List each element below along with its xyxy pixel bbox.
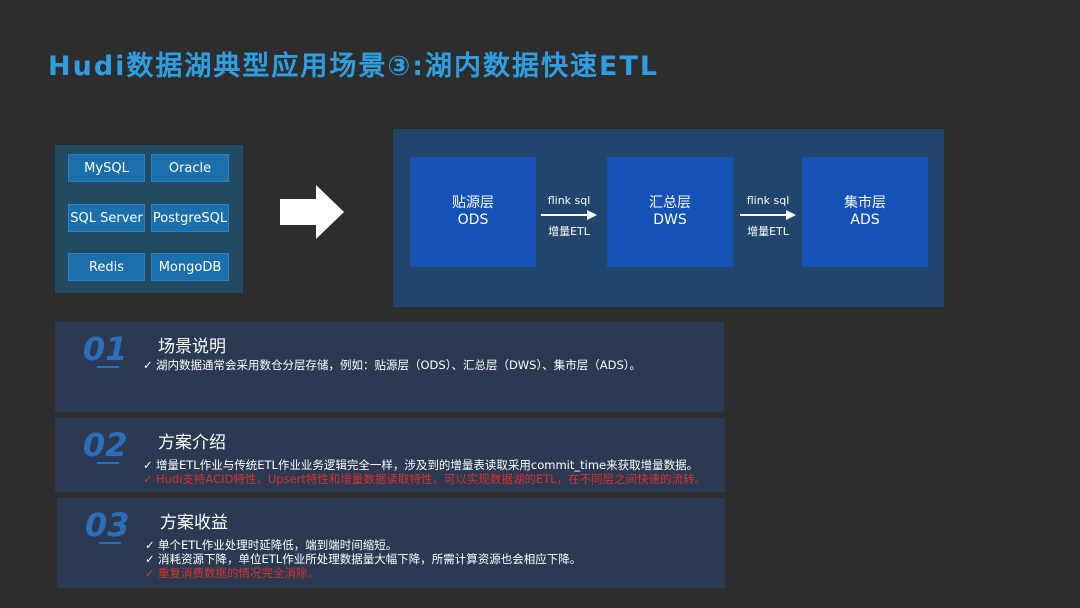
number-underline (99, 542, 121, 544)
source-db-mongodb: MongoDB (151, 253, 229, 281)
source-db-redis: Redis (68, 253, 145, 281)
arrow-right-icon (541, 210, 597, 220)
connector-top-label: flink sql (746, 194, 790, 207)
card-heading: 场景说明 (158, 337, 226, 357)
source-db-sqlserver: SQL Server (68, 204, 145, 232)
source-db-postgresql: PostgreSQL (151, 204, 229, 232)
card-solution: 02 方案介绍 ✓ 增量ETL作业与传统ETL作业业务逻辑完全一样，涉及到的增量表… (55, 418, 725, 492)
page-title: Hudi数据湖典型应用场景③:湖内数据快速ETL (48, 51, 660, 82)
layer-dws-name: 汇总层 (649, 195, 691, 211)
card-lines: ✓ 湖内数据通常会采用数仓分层存储，例如：贴源层（ODS）、汇总层（DWS）、集市… (143, 358, 641, 372)
card-number: 02 (83, 426, 128, 464)
card-number: 01 (83, 330, 128, 368)
card-heading: 方案收益 (160, 513, 228, 533)
check-icon: ✓ (143, 358, 153, 372)
card-lines: ✓ 增量ETL作业与传统ETL作业业务逻辑完全一样，涉及到的增量表读取采用comm… (143, 458, 706, 486)
right-arrow-icon (280, 185, 344, 239)
connector-top-label: flink sql (547, 194, 591, 207)
bullet-line: ✓ 单个ETL作业处理时延降低，端到端时间缩短。 (145, 538, 398, 552)
bullet-line: ✓ 消耗资源下降，单位ETL作业所处理数据量大幅下降，所需计算资源也会相应下降。 (145, 552, 582, 566)
connector-dws-ads: flink sql 增量ETL (737, 194, 799, 239)
number-underline (97, 462, 119, 464)
number-underline (97, 366, 119, 368)
card-benefits: 03 方案收益 ✓ 单个ETL作业处理时延降低，端到端时间缩短。 ✓ 消耗资源下降，… (57, 498, 725, 588)
layer-ads: 集市层 ADS (802, 157, 928, 267)
bullet-line: ✓ 湖内数据通常会采用数仓分层存储，例如：贴源层（ODS）、汇总层（DWS）、集市… (143, 358, 642, 372)
check-icon: ✓ (145, 538, 155, 552)
card-heading: 方案介绍 (158, 433, 226, 453)
bullet-line-highlight: ✓ Hudi支持ACID特性，Upsert特性和增量数据读取特性，可以实现数据湖的… (143, 472, 707, 486)
bullet-line: ✓ 增量ETL作业与传统ETL作业业务逻辑完全一样，涉及到的增量表读取采用comm… (143, 458, 699, 472)
check-icon: ✓ (143, 458, 153, 472)
connector-ods-dws: flink sql 增量ETL (538, 194, 600, 239)
check-icon: ✓ (145, 552, 155, 566)
connector-bottom-label: 增量ETL (548, 225, 590, 238)
check-icon: ✓ (143, 472, 153, 486)
card-scenario: 01 场景说明 ✓ 湖内数据通常会采用数仓分层存储，例如：贴源层（ODS）、汇总层… (55, 322, 724, 412)
layer-ods: 贴源层 ODS (410, 157, 536, 267)
card-number: 03 (85, 506, 130, 544)
source-db-mysql: MySQL (68, 154, 145, 182)
arrow-right-icon (740, 210, 796, 220)
layer-ods-name: 贴源层 (452, 195, 494, 211)
check-icon: ✓ (145, 566, 155, 580)
layer-ods-code: ODS (457, 212, 489, 228)
layer-ads-name: 集市层 (844, 195, 886, 211)
source-database-panel: MySQL Oracle SQL Server PostgreSQL Redis… (55, 145, 243, 293)
card-lines: ✓ 单个ETL作业处理时延降低，端到端时间缩短。 ✓ 消耗资源下降，单位ETL作业所… (145, 538, 581, 580)
layer-ads-code: ADS (850, 212, 880, 228)
connector-bottom-label: 增量ETL (747, 225, 789, 238)
source-db-oracle: Oracle (151, 154, 229, 182)
bullet-line-highlight: ✓ 重复消费数据的情况完全消除。 (145, 566, 319, 580)
layer-dws: 汇总层 DWS (607, 157, 733, 267)
layer-dws-code: DWS (653, 212, 687, 228)
